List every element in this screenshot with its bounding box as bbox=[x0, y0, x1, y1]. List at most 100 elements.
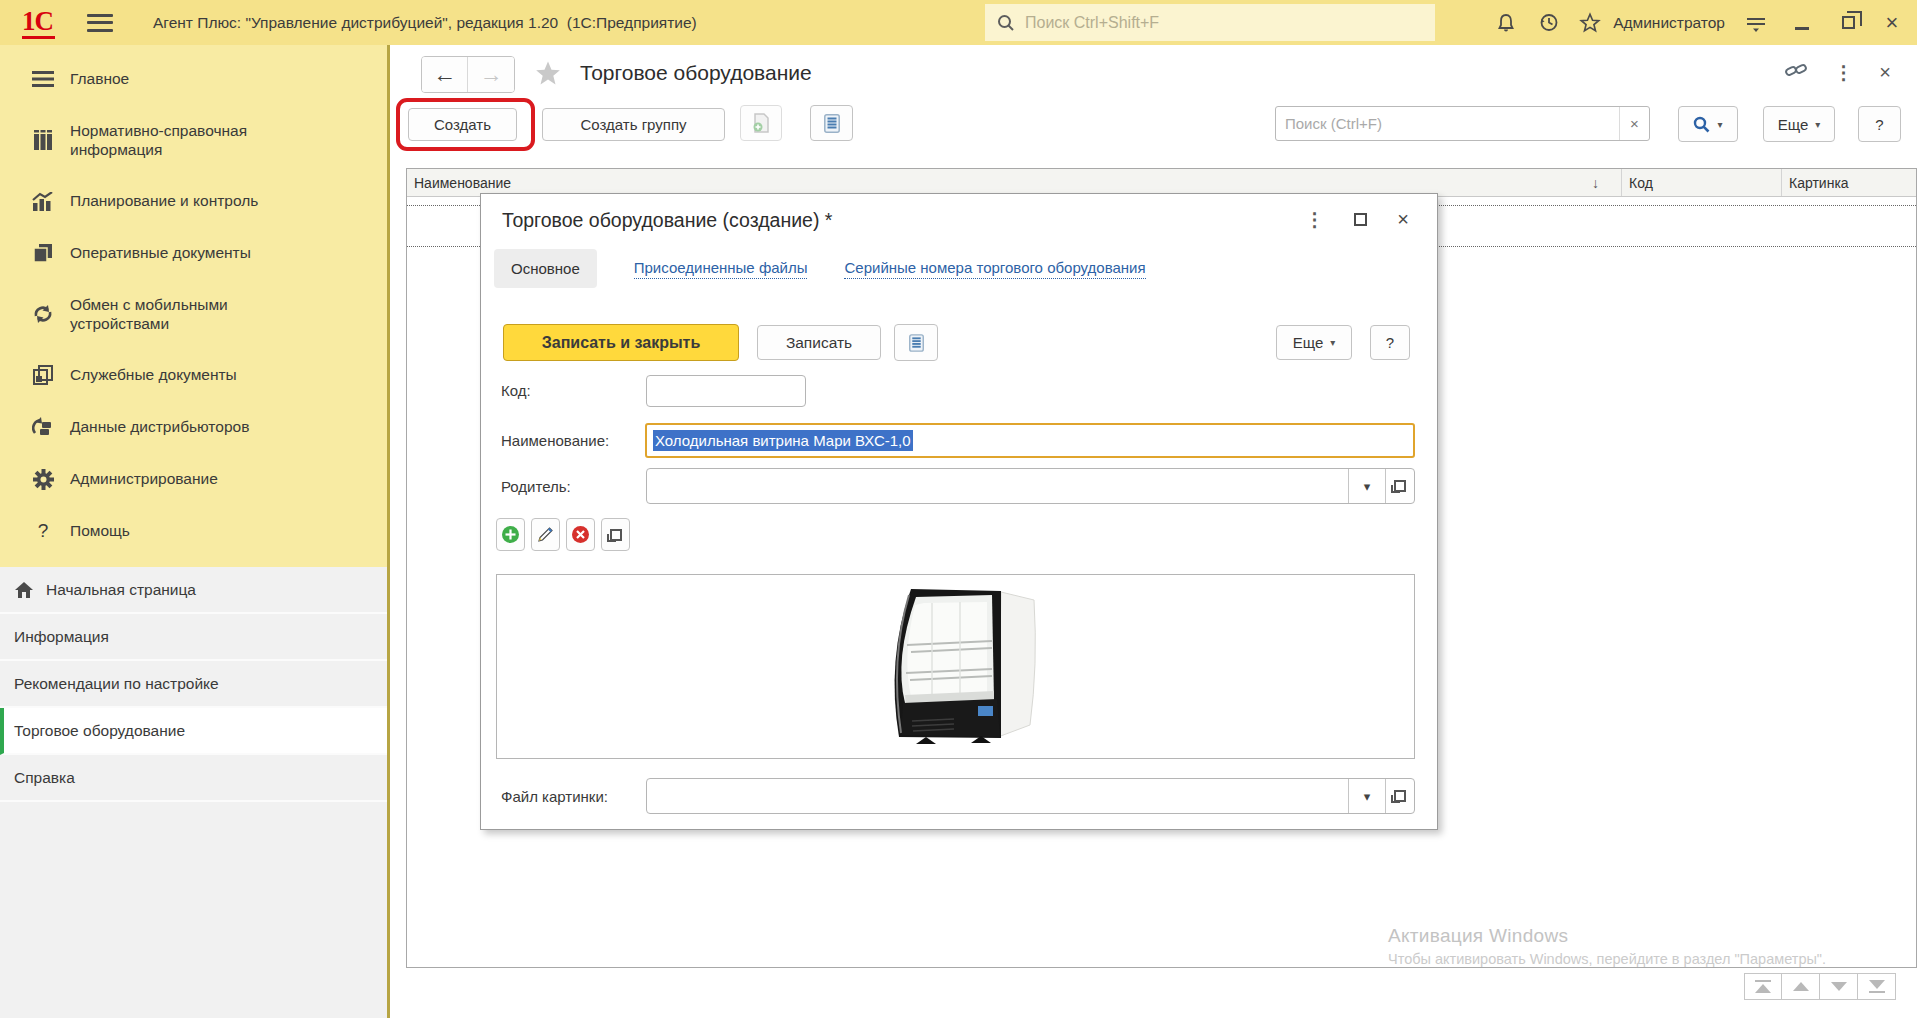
save-and-close-button[interactable]: Записать и закрыть bbox=[503, 324, 739, 361]
bar-chart-icon bbox=[28, 192, 58, 211]
sidebar-item-recommendations[interactable]: Рекомендации по настройке bbox=[0, 661, 387, 708]
list-search-field[interactable]: × bbox=[1275, 106, 1650, 141]
image-file-input[interactable] bbox=[647, 779, 1348, 813]
get-link-icon[interactable] bbox=[1784, 59, 1808, 85]
parent-choose-button[interactable] bbox=[1385, 469, 1414, 503]
dialog-more-button[interactable]: Еще▾ bbox=[1276, 325, 1352, 360]
tab-main[interactable]: Основное bbox=[494, 249, 597, 288]
favorites-star-icon[interactable] bbox=[1573, 6, 1607, 40]
image-file-choose-button[interactable] bbox=[1385, 779, 1414, 813]
global-search[interactable] bbox=[985, 4, 1435, 41]
sidebar-item-reference[interactable]: Справка bbox=[0, 755, 387, 802]
name-input[interactable]: Холодильная витрина Мари ВХС-1,0 bbox=[645, 423, 1415, 458]
delete-image-button[interactable] bbox=[566, 518, 595, 551]
form-kebab-menu-icon[interactable]: ⋮ bbox=[1834, 61, 1853, 84]
edit-image-button[interactable] bbox=[531, 518, 560, 551]
nav-back-button[interactable]: ← bbox=[422, 57, 468, 92]
list-navigation-buttons bbox=[1744, 973, 1896, 1000]
parent-combo[interactable]: ▾ bbox=[646, 468, 1415, 504]
code-label: Код: bbox=[501, 382, 531, 399]
go-first-button[interactable] bbox=[1744, 973, 1782, 1000]
parent-input[interactable] bbox=[647, 469, 1348, 503]
create-equipment-dialog: Торговое оборудование (создание) * ⋮ × О… bbox=[480, 193, 1438, 830]
dialog-title: Торговое оборудование (создание) * bbox=[502, 209, 832, 232]
restore-window-button[interactable] bbox=[1831, 6, 1865, 40]
choose-icon bbox=[1394, 790, 1406, 802]
dialog-maximize-icon[interactable] bbox=[1354, 213, 1367, 226]
column-name[interactable]: Наименование↓ bbox=[407, 175, 1621, 191]
sidebar-item-planning[interactable]: Планирование и контроль bbox=[0, 175, 387, 227]
sidebar-item-operational-docs[interactable]: Оперативные документы bbox=[0, 227, 387, 279]
topbar: 1С Агент Плюс: "Управление дистрибуцией"… bbox=[0, 0, 1917, 45]
go-next-button[interactable] bbox=[1820, 973, 1858, 1000]
current-user[interactable]: Администратор bbox=[1613, 14, 1725, 32]
reference-books-icon bbox=[28, 130, 58, 150]
image-file-combo[interactable]: ▾ bbox=[646, 778, 1415, 814]
history-icon[interactable] bbox=[1531, 6, 1565, 40]
sidebar: Главное Нормативно-справочная информация… bbox=[0, 45, 387, 1018]
sidebar-item-glavnoe[interactable]: Главное bbox=[0, 53, 387, 105]
minimize-button[interactable] bbox=[1785, 6, 1819, 40]
equipment-image-box bbox=[496, 574, 1415, 759]
sort-desc-icon: ↓ bbox=[1592, 175, 1621, 191]
open-image-button[interactable] bbox=[601, 518, 630, 551]
close-window-button[interactable]: × bbox=[1875, 6, 1909, 40]
sidebar-item-home[interactable]: Начальная страница bbox=[0, 567, 387, 614]
tab-serial-numbers[interactable]: Серийные номера торгового оборудования bbox=[844, 259, 1145, 279]
notifications-bell-icon[interactable] bbox=[1489, 6, 1523, 40]
settings-menu-icon[interactable] bbox=[1739, 6, 1773, 40]
go-last-button[interactable] bbox=[1858, 973, 1896, 1000]
dialog-toolbar: Записать и закрыть Записать Еще▾ ? bbox=[498, 324, 1422, 362]
image-file-dropdown-button[interactable]: ▾ bbox=[1348, 779, 1385, 813]
dialog-tabs: Основное Присоединенные файлы Серийные н… bbox=[494, 249, 1146, 288]
sidebar-item-mobile-exchange[interactable]: Обмен с мобильными устройствами bbox=[0, 279, 387, 349]
image-toolbar bbox=[496, 518, 630, 551]
dialog-kebab-menu-icon[interactable]: ⋮ bbox=[1305, 208, 1324, 231]
go-prev-button[interactable] bbox=[1782, 973, 1820, 1000]
list-settings-button[interactable] bbox=[810, 105, 853, 141]
window-title: Агент Плюс: "Управление дистрибуцией", р… bbox=[153, 14, 697, 32]
sidebar-pages: Начальная страница Информация Рекомендац… bbox=[0, 567, 387, 802]
list-search-input[interactable] bbox=[1276, 115, 1619, 132]
dialog-help-button[interactable]: ? bbox=[1370, 325, 1410, 360]
annotation-highlight bbox=[396, 98, 535, 151]
dialog-close-icon[interactable]: × bbox=[1397, 208, 1409, 231]
name-label: Наименование: bbox=[501, 432, 609, 449]
windows-activation-watermark: Активация Windows Чтобы активировать Win… bbox=[1388, 925, 1826, 967]
form-close-icon[interactable]: × bbox=[1879, 61, 1891, 84]
sidebar-item-administration[interactable]: Администрирование bbox=[0, 453, 387, 505]
help-button[interactable]: ? bbox=[1858, 106, 1901, 142]
sidebar-item-nsi[interactable]: Нормативно-справочная информация bbox=[0, 105, 387, 175]
gear-icon bbox=[28, 469, 58, 490]
more-button[interactable]: Еще▾ bbox=[1763, 106, 1835, 142]
clear-search-icon[interactable]: × bbox=[1619, 107, 1649, 140]
distributors-icon bbox=[28, 417, 58, 437]
global-search-input[interactable] bbox=[1025, 14, 1365, 32]
sidebar-item-distributors-data[interactable]: Данные дистрибьюторов bbox=[0, 401, 387, 453]
copy-item-button[interactable] bbox=[740, 105, 782, 141]
code-input[interactable] bbox=[646, 375, 806, 407]
home-icon bbox=[14, 581, 34, 599]
search-options-button[interactable]: ▾ bbox=[1678, 106, 1738, 142]
chevron-down-icon: ▾ bbox=[1717, 119, 1722, 130]
sync-arrows-icon bbox=[28, 304, 58, 324]
nav-forward-button[interactable]: → bbox=[468, 57, 514, 92]
favorite-star-icon[interactable] bbox=[533, 59, 563, 92]
create-group-button[interactable]: Создать группу bbox=[542, 108, 725, 141]
add-image-button[interactable] bbox=[496, 518, 525, 551]
change-form-button[interactable] bbox=[894, 324, 938, 361]
sidebar-item-service-docs[interactable]: Служебные документы bbox=[0, 349, 387, 401]
1c-logo: 1С bbox=[22, 6, 55, 39]
save-button[interactable]: Записать bbox=[757, 325, 881, 360]
tab-attached-files[interactable]: Присоединенные файлы bbox=[634, 259, 808, 279]
parent-label: Родитель: bbox=[501, 478, 571, 495]
sidebar-item-information[interactable]: Информация bbox=[0, 614, 387, 661]
column-code[interactable]: Код bbox=[1621, 169, 1781, 196]
hamburger-menu-icon[interactable] bbox=[87, 14, 113, 32]
column-picture[interactable]: Картинка bbox=[1781, 169, 1916, 196]
sidebar-item-trade-equipment[interactable]: Торговое оборудование bbox=[0, 708, 387, 755]
sidebar-item-help[interactable]: ? Помощь bbox=[0, 505, 387, 557]
search-icon bbox=[997, 14, 1015, 32]
parent-dropdown-button[interactable]: ▾ bbox=[1348, 469, 1385, 503]
choose-icon bbox=[1394, 480, 1406, 492]
